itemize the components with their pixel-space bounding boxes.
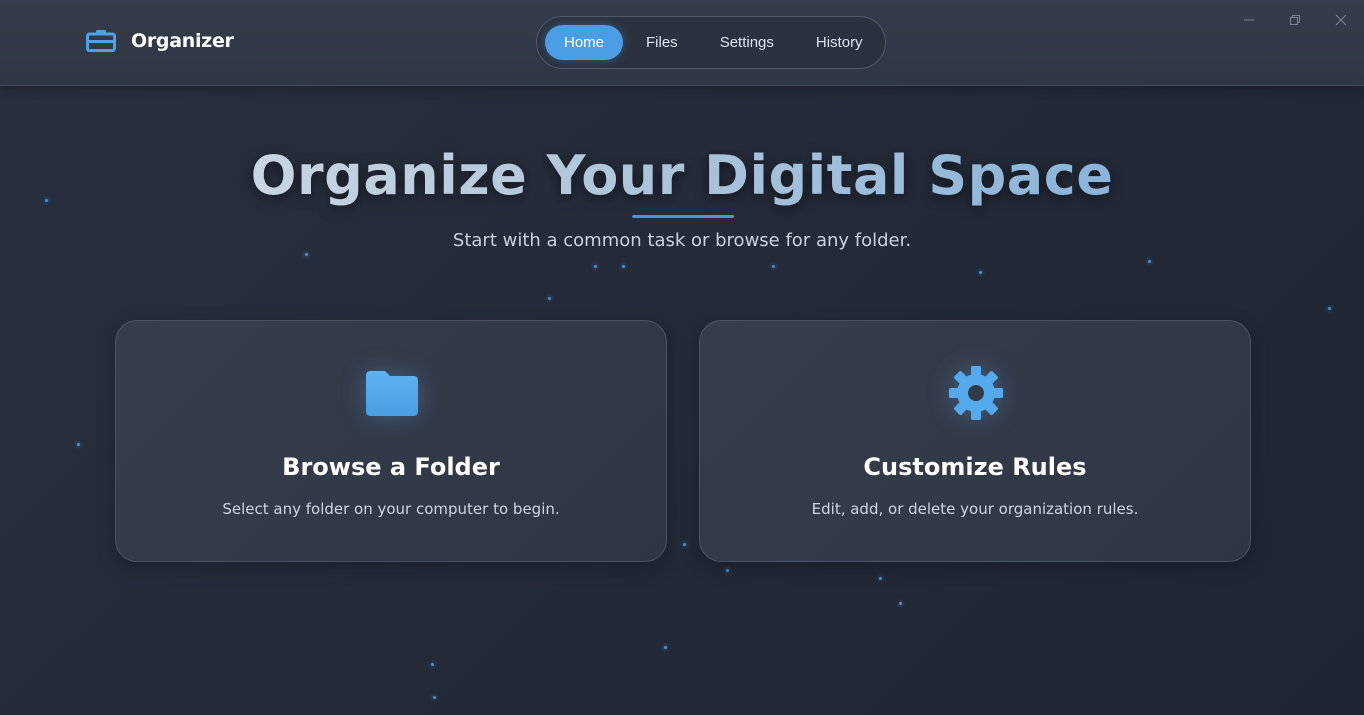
browse-folder-card[interactable]: Browse a Folder Select any folder on you… — [115, 320, 667, 562]
sparkle — [431, 663, 434, 666]
customize-rules-card[interactable]: Customize Rules Edit, add, or delete you… — [699, 320, 1251, 562]
nav-files[interactable]: Files — [627, 25, 697, 60]
main-nav: Home Files Settings History — [536, 16, 886, 69]
close-button[interactable] — [1318, 8, 1364, 32]
nav-settings[interactable]: Settings — [701, 25, 793, 60]
restore-icon — [1290, 15, 1300, 25]
hero-title: Organize Your Digital Space — [0, 144, 1364, 207]
gear-icon — [948, 365, 1004, 421]
sparkle — [664, 646, 667, 649]
restore-button[interactable] — [1272, 8, 1318, 32]
card-title: Browse a Folder — [282, 453, 500, 481]
close-icon — [1335, 14, 1347, 26]
app-name: Organizer — [131, 30, 234, 52]
card-description: Edit, add, or delete your organization r… — [811, 500, 1139, 518]
nav-history[interactable]: History — [797, 25, 882, 60]
title-underline — [632, 215, 734, 218]
card-title: Customize Rules — [863, 453, 1087, 481]
folder-icon — [364, 365, 420, 421]
minimize-button[interactable] — [1226, 8, 1272, 32]
sparkle — [979, 271, 982, 274]
sparkle — [1328, 307, 1331, 310]
title-bar: Organizer Home Files Settings History — [0, 0, 1364, 86]
sparkle — [77, 443, 80, 446]
minimize-icon — [1244, 19, 1254, 21]
sparkle — [879, 577, 882, 580]
sparkle — [772, 265, 775, 268]
sparkle — [433, 696, 436, 699]
sparkle — [548, 297, 551, 300]
sparkle — [1148, 260, 1151, 263]
sparkle — [899, 602, 902, 605]
sparkle — [622, 265, 625, 268]
card-description: Select any folder on your computer to be… — [222, 500, 560, 518]
hero-subtitle: Start with a common task or browse for a… — [452, 230, 912, 251]
brand[interactable]: Organizer — [86, 30, 234, 52]
nav-home[interactable]: Home — [545, 25, 624, 60]
sparkle — [683, 543, 686, 546]
sparkle — [594, 265, 597, 268]
toolbox-icon — [86, 30, 116, 52]
sparkle — [726, 569, 729, 572]
window-controls — [1226, 8, 1364, 32]
sparkle — [305, 253, 308, 256]
